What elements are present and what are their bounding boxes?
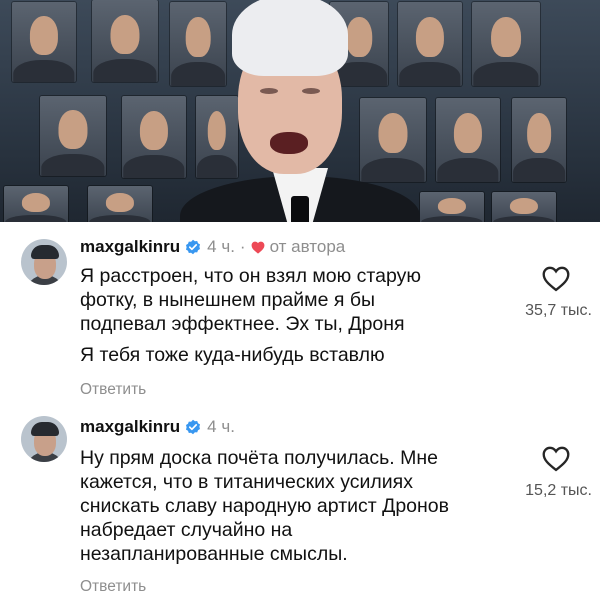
heart-outline-icon[interactable] xyxy=(541,445,571,472)
comment-time: 4 ч. xyxy=(207,237,235,256)
comment: maxgalkinru 4 ч. Ну прям доска почёта по… xyxy=(0,402,600,600)
comment-time: 4 ч. xyxy=(207,417,235,436)
reply-button[interactable]: Ответить xyxy=(80,578,146,596)
wall-portrait xyxy=(40,96,106,176)
like-count: 35,7 тыс. xyxy=(525,302,592,319)
wall-portrait xyxy=(492,192,556,222)
avatar[interactable] xyxy=(21,416,67,462)
comment-text-second: Я тебя тоже куда-нибудь вставлю xyxy=(80,344,385,366)
like-count: 15,2 тыс. xyxy=(525,482,592,499)
comment-meta: maxgalkinru 4 ч. xyxy=(80,417,235,437)
heart-filled-icon xyxy=(251,241,265,254)
singer-figure xyxy=(180,0,420,222)
heart-outline-icon[interactable] xyxy=(541,265,571,292)
verified-badge-icon xyxy=(186,419,201,435)
wall-portrait xyxy=(420,192,484,222)
comment-text: Ну прям доска почёта получилась. Мне каж… xyxy=(80,447,449,565)
video-frame xyxy=(0,0,600,222)
comment-meta: maxgalkinru 4 ч. · от автора xyxy=(80,237,345,257)
wall-portrait xyxy=(4,186,68,222)
reply-button[interactable]: Ответить xyxy=(80,381,146,399)
wall-portrait xyxy=(122,96,186,178)
wall-portrait xyxy=(436,98,500,182)
username[interactable]: maxgalkinru xyxy=(80,417,180,437)
wall-portrait xyxy=(12,2,76,82)
username[interactable]: maxgalkinru xyxy=(80,237,180,257)
comment-text: Я расстроен, что он взял мою старую фотк… xyxy=(80,265,421,335)
wall-portrait xyxy=(512,98,566,182)
author-label: от автора xyxy=(269,237,346,256)
wall-portrait xyxy=(472,2,540,86)
wall-portrait xyxy=(92,0,158,82)
wall-portrait xyxy=(88,186,152,222)
avatar[interactable] xyxy=(21,239,67,285)
verified-badge-icon xyxy=(186,239,201,255)
comment: maxgalkinru 4 ч. · от автора Я расстроен… xyxy=(0,222,600,402)
separator-dot: · xyxy=(239,237,246,256)
